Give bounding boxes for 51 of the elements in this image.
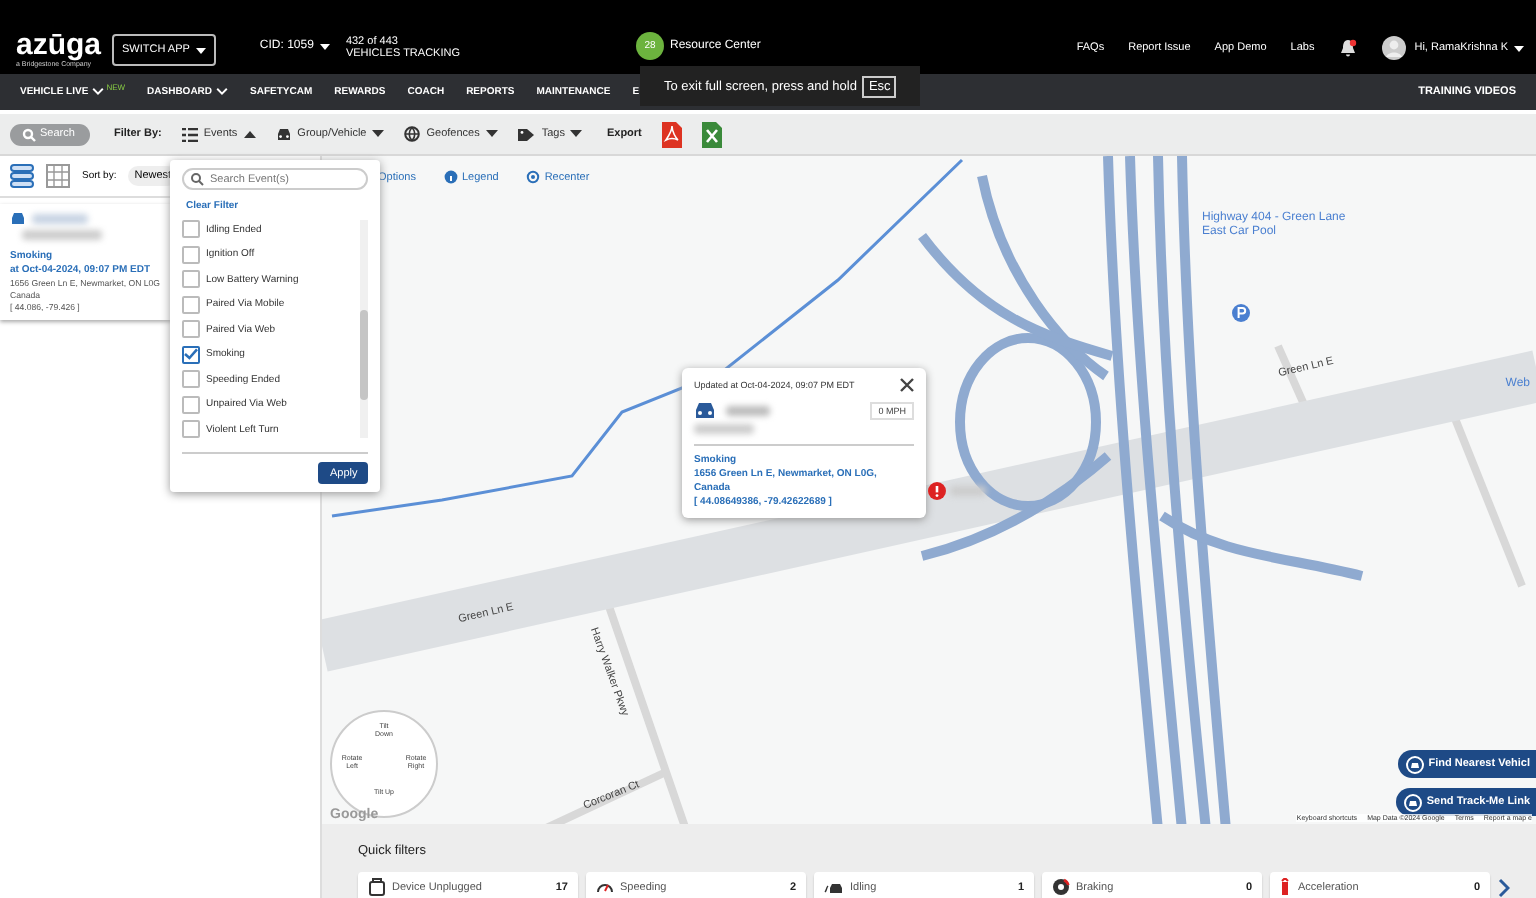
car-icon	[10, 212, 26, 226]
car-icon	[694, 402, 716, 420]
checkbox[interactable]	[182, 395, 200, 413]
notification-bell-icon[interactable]	[1338, 38, 1359, 58]
caret-icon	[319, 43, 330, 49]
tag-icon	[517, 127, 536, 141]
target-icon	[526, 170, 541, 184]
blurred-vehicle-name	[32, 214, 88, 224]
chevron-down-icon	[92, 88, 105, 96]
scrollbar[interactable]	[360, 220, 368, 438]
blurred-driver-name	[22, 230, 102, 240]
checkbox[interactable]	[182, 270, 200, 288]
checkbox[interactable]	[182, 295, 200, 313]
chevron-down-icon	[216, 88, 229, 96]
search-icon	[190, 172, 204, 186]
chevron-right-icon[interactable]	[1498, 877, 1510, 897]
checkbox[interactable]	[182, 320, 200, 338]
close-icon[interactable]	[900, 378, 914, 392]
parking-icon	[1232, 304, 1250, 322]
blurred-marker-label	[950, 486, 986, 496]
caret-icon	[570, 130, 583, 138]
idling-car-icon	[824, 878, 844, 896]
list-icon	[181, 127, 198, 141]
checkbox[interactable]	[182, 245, 200, 263]
search-icon	[22, 127, 36, 141]
avatar-icon[interactable]	[1382, 36, 1407, 60]
blurred-driver-name	[694, 424, 754, 434]
blurred-vehicle-name	[726, 406, 770, 416]
brake-disc-icon	[1052, 878, 1070, 896]
pdf-file-icon[interactable]	[661, 121, 682, 147]
caret-icon	[195, 47, 206, 53]
checkbox[interactable]	[182, 370, 200, 388]
excel-file-icon[interactable]	[701, 121, 722, 147]
info-icon	[443, 170, 458, 184]
caret-icon	[485, 130, 498, 138]
caret-icon	[1514, 45, 1524, 51]
acceleration-icon	[1280, 878, 1292, 896]
list-view-icon[interactable]	[10, 164, 34, 188]
checkbox[interactable]	[182, 345, 200, 363]
device-icon	[368, 878, 386, 896]
car-in-circle-icon	[1406, 755, 1425, 773]
caret-icon	[243, 130, 256, 138]
caret-icon	[372, 130, 385, 138]
speedometer-icon	[596, 878, 614, 896]
car-icon	[275, 127, 292, 141]
grid-view-icon[interactable]	[46, 164, 70, 188]
azuga-logo: azūga	[16, 32, 96, 60]
alert-marker-icon[interactable]	[928, 482, 946, 500]
globe-icon	[404, 126, 421, 142]
checkbox[interactable]	[182, 220, 200, 238]
checkbox[interactable]	[182, 420, 200, 438]
